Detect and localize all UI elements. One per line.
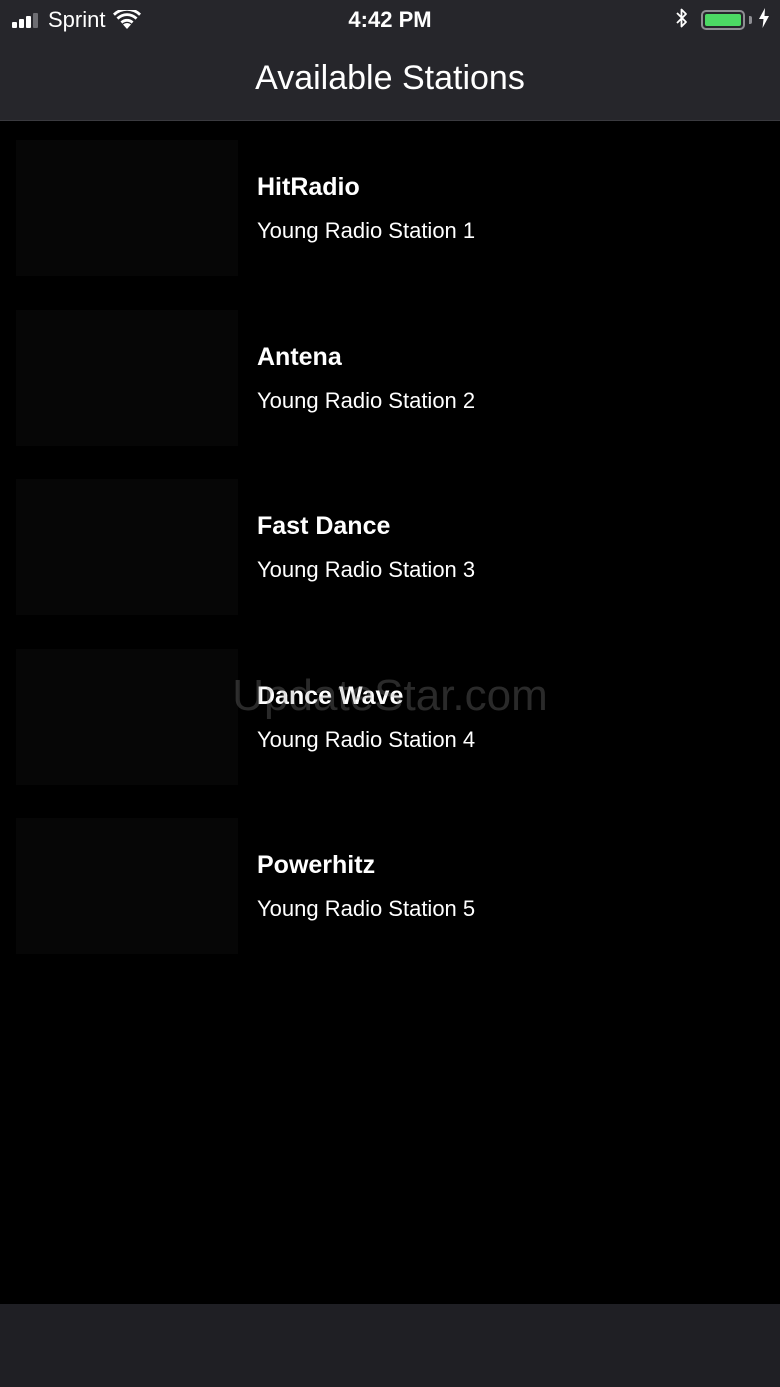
station-description: Young Radio Station 2	[257, 387, 476, 413]
battery-level	[705, 14, 741, 26]
signal-bar	[12, 22, 17, 28]
station-row[interactable]: HitRadio Young Radio Station 1	[0, 122, 780, 292]
status-bar: Sprint 4:42 PM	[0, 0, 780, 40]
station-name: Powerhitz	[257, 851, 376, 879]
bluetooth-icon	[675, 7, 689, 34]
battery-icon	[701, 10, 745, 30]
station-description: Young Radio Station 1	[257, 218, 476, 243]
signal-icon	[12, 12, 40, 28]
station-name: Antena	[257, 342, 342, 371]
signal-bar	[33, 13, 38, 28]
carrier-label: Sprint	[48, 7, 106, 32]
station-list: HitRadio Young Radio Station 1 Antena Yo…	[0, 122, 780, 970]
station-artwork	[16, 309, 238, 446]
charging-icon	[758, 7, 770, 33]
station-row[interactable]: Antena Young Radio Station 2	[0, 292, 780, 462]
signal-bar	[26, 16, 31, 28]
nav-bar: Available Stations	[0, 40, 780, 121]
signal-bar	[19, 19, 24, 28]
battery-nub	[749, 16, 752, 24]
wifi-icon	[113, 10, 142, 30]
bottom-bar	[0, 1304, 780, 1387]
station-name: Dance Wave	[257, 681, 404, 710]
status-left: Sprint	[12, 6, 142, 34]
station-row[interactable]: Powerhitz Young Radio Station 5	[0, 800, 780, 970]
status-right	[675, 6, 770, 34]
station-description: Young Radio Station 4	[257, 726, 476, 752]
station-artwork	[16, 648, 238, 785]
station-artwork	[16, 818, 238, 954]
station-description: Young Radio Station 3	[257, 557, 476, 582]
station-artwork	[16, 140, 238, 276]
page-title: Available Stations	[255, 59, 525, 97]
station-name: HitRadio	[257, 173, 360, 201]
station-artwork	[16, 479, 238, 615]
station-row[interactable]: Dance Wave Young Radio Station 4	[0, 631, 780, 801]
station-name: Fast Dance	[257, 512, 391, 540]
station-row[interactable]: Fast Dance Young Radio Station 3	[0, 461, 780, 631]
station-description: Young Radio Station 5	[257, 896, 476, 921]
